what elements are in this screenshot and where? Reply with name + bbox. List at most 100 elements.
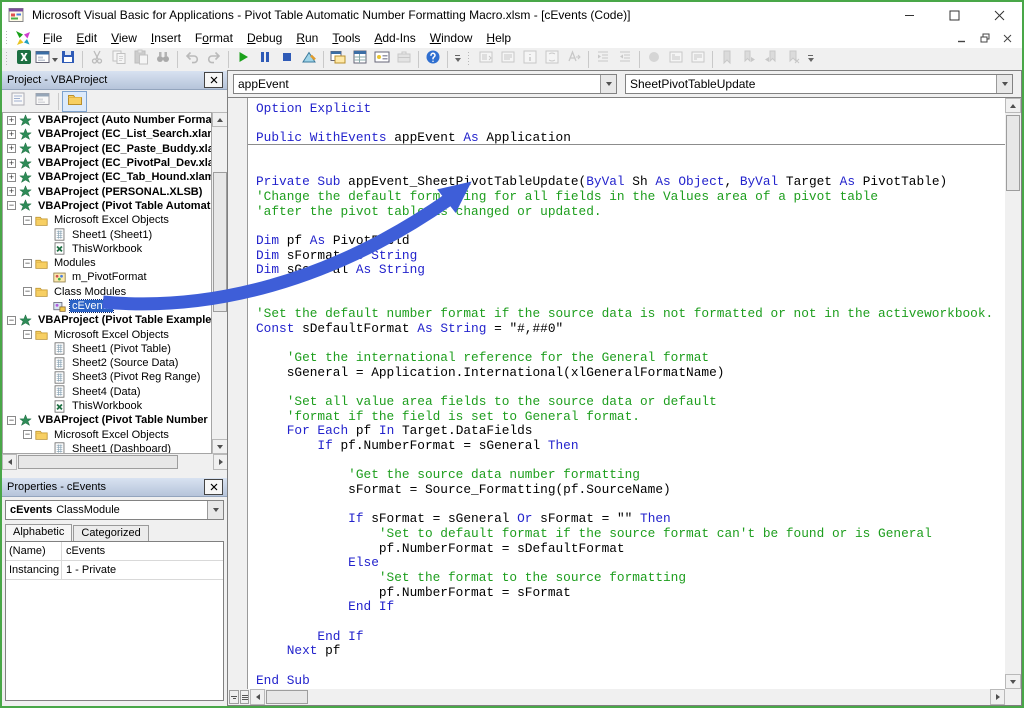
property-row[interactable]: Instancing1 - Private xyxy=(6,561,223,580)
properties-window-button[interactable] xyxy=(349,50,371,70)
break-button[interactable] xyxy=(254,50,276,70)
scroll-thumb[interactable] xyxy=(18,455,178,469)
parameter-info-button[interactable] xyxy=(541,50,563,70)
tree-item-sheet1-pivot-table[interactable]: Sheet1 (Pivot Table) xyxy=(3,342,211,356)
toolbar-options-icon[interactable] xyxy=(453,52,462,68)
copy-button[interactable] xyxy=(108,50,130,70)
tree-item-m-pivotformat[interactable]: m_PivotFormat xyxy=(3,270,211,284)
edit-toolbar-grip[interactable] xyxy=(467,52,472,67)
uncomment-block-button[interactable] xyxy=(687,50,709,70)
tree-item-vbaproject-ec-tab-hound-xlam[interactable]: +VBAProject (EC_Tab_Hound.xlam) xyxy=(3,170,211,184)
tree-item-modules[interactable]: −Modules xyxy=(3,256,211,270)
tree-item-sheet1-dashboard[interactable]: Sheet1 (Dashboard) xyxy=(3,442,211,454)
menu-format[interactable]: Format xyxy=(188,29,240,47)
close-button[interactable] xyxy=(977,2,1022,28)
tab-categorized[interactable]: Categorized xyxy=(73,525,148,541)
tree-expand-toggle[interactable]: + xyxy=(7,130,16,139)
tree-item-microsoft-excel-objects[interactable]: −Microsoft Excel Objects xyxy=(3,213,211,227)
list-properties-button[interactable] xyxy=(475,50,497,70)
code-editor[interactable]: Option ExplicitPublic WithEvents appEven… xyxy=(248,98,1005,689)
scroll-down-button[interactable] xyxy=(1005,674,1021,689)
next-bookmark-button[interactable] xyxy=(738,50,760,70)
procedure-dropdown[interactable]: SheetPivotTableUpdate xyxy=(625,74,1013,94)
child-close-button[interactable] xyxy=(1001,32,1014,44)
scroll-left-button[interactable] xyxy=(250,689,265,705)
list-constants-button[interactable] xyxy=(497,50,519,70)
tree-item-vbaproject-personal-xlsb[interactable]: +VBAProject (PERSONAL.XLSB) xyxy=(3,184,211,198)
tree-expand-toggle[interactable]: − xyxy=(7,416,16,425)
property-value[interactable]: 1 - Private xyxy=(62,564,120,576)
comment-block-button[interactable] xyxy=(665,50,687,70)
menu-insert[interactable]: Insert xyxy=(144,29,188,47)
combo-dropdown-icon[interactable] xyxy=(996,75,1012,93)
menu-tools[interactable]: Tools xyxy=(325,29,367,47)
object-browser-button[interactable] xyxy=(371,50,393,70)
project-explorer-button[interactable] xyxy=(327,50,349,70)
scroll-up-button[interactable] xyxy=(212,112,228,127)
combo-dropdown-icon[interactable] xyxy=(207,501,223,519)
undo-button[interactable] xyxy=(181,50,203,70)
tree-item-vbaproject-ec-pivotpal-dev-xlam[interactable]: +VBAProject (EC_PivotPal_Dev.xlam xyxy=(3,156,211,170)
tree-expand-toggle[interactable]: − xyxy=(23,287,32,296)
tree-item-sheet1-sheet1[interactable]: Sheet1 (Sheet1) xyxy=(3,227,211,241)
scroll-thumb[interactable] xyxy=(266,690,308,704)
tree-expand-toggle[interactable]: − xyxy=(23,259,32,268)
view-object-button[interactable] xyxy=(30,91,55,112)
quick-info-button[interactable] xyxy=(519,50,541,70)
menu-edit[interactable]: Edit xyxy=(69,29,104,47)
menu-debug[interactable]: Debug xyxy=(240,29,289,47)
combo-dropdown-icon[interactable] xyxy=(600,75,616,93)
edit-toolbar-options-icon[interactable] xyxy=(806,52,815,68)
scroll-right-button[interactable] xyxy=(213,454,228,470)
scroll-right-button[interactable] xyxy=(990,689,1005,705)
scroll-thumb[interactable] xyxy=(1006,115,1020,191)
cut-button[interactable] xyxy=(86,50,108,70)
scroll-thumb[interactable] xyxy=(213,172,227,312)
run-button[interactable] xyxy=(232,50,254,70)
properties-close-button[interactable] xyxy=(204,479,223,495)
menu-window[interactable]: Window xyxy=(423,29,480,47)
toolbox-button[interactable] xyxy=(393,50,415,70)
tree-item-sheet3-pivot-reg-range[interactable]: Sheet3 (Pivot Reg Range) xyxy=(3,370,211,384)
tree-expand-toggle[interactable]: − xyxy=(7,201,16,210)
object-dropdown[interactable]: appEvent xyxy=(233,74,617,94)
tab-alphabetic[interactable]: Alphabetic xyxy=(5,524,72,541)
child-minimize-button[interactable] xyxy=(955,32,968,44)
excel-button[interactable] xyxy=(13,50,35,70)
standard-toolbar-grip[interactable] xyxy=(5,52,10,67)
complete-word-button[interactable] xyxy=(563,50,585,70)
find-button[interactable] xyxy=(152,50,174,70)
tree-item-vbaproject-ec-list-search-xlam[interactable]: +VBAProject (EC_List_Search.xlam xyxy=(3,127,211,141)
tree-item-vbaproject-pivot-table-example[interactable]: −VBAProject (Pivot Table Example. xyxy=(3,313,211,327)
tree-item-vbaproject-auto-number-format[interactable]: +VBAProject (Auto Number Format xyxy=(3,113,211,127)
properties-object-combo[interactable]: cEvents ClassModule xyxy=(5,500,224,520)
tree-item-vbaproject-pivot-table-number-f[interactable]: −VBAProject (Pivot Table Number F xyxy=(3,413,211,427)
toggle-folders-button[interactable] xyxy=(62,91,87,112)
outdent-button[interactable] xyxy=(614,50,636,70)
view-object-button[interactable] xyxy=(35,50,57,70)
minimize-button[interactable] xyxy=(887,2,932,28)
tree-item-class-modules[interactable]: −Class Modules xyxy=(3,285,211,299)
save-button[interactable] xyxy=(57,50,79,70)
tree-item-thisworkbook[interactable]: ThisWorkbook xyxy=(3,242,211,256)
tree-expand-toggle[interactable]: + xyxy=(7,173,16,182)
menu-file[interactable]: File xyxy=(36,29,69,47)
scroll-down-button[interactable] xyxy=(212,439,228,454)
help-button[interactable] xyxy=(422,50,444,70)
property-row[interactable]: (Name)cEvents xyxy=(6,542,223,561)
menubar-grip[interactable] xyxy=(5,31,10,46)
tree-item-microsoft-excel-objects[interactable]: −Microsoft Excel Objects xyxy=(3,428,211,442)
tree-item-cevents[interactable]: cEvents xyxy=(3,299,211,313)
tree-item-sheet4-data[interactable]: Sheet4 (Data) xyxy=(3,385,211,399)
child-restore-button[interactable] xyxy=(978,32,991,44)
full-module-view-button[interactable] xyxy=(240,690,249,704)
tree-item-microsoft-excel-objects[interactable]: −Microsoft Excel Objects xyxy=(3,327,211,341)
menu-addins[interactable]: Add-Ins xyxy=(367,29,422,47)
maximize-button[interactable] xyxy=(932,2,977,28)
tree-item-thisworkbook[interactable]: ThisWorkbook xyxy=(3,399,211,413)
tree-item-vbaproject-pivot-table-automati[interactable]: −VBAProject (Pivot Table Automati xyxy=(3,199,211,213)
menu-help[interactable]: Help xyxy=(479,29,518,47)
paste-button[interactable] xyxy=(130,50,152,70)
toggle-breakpoint-button[interactable] xyxy=(643,50,665,70)
property-value[interactable]: cEvents xyxy=(62,545,109,557)
